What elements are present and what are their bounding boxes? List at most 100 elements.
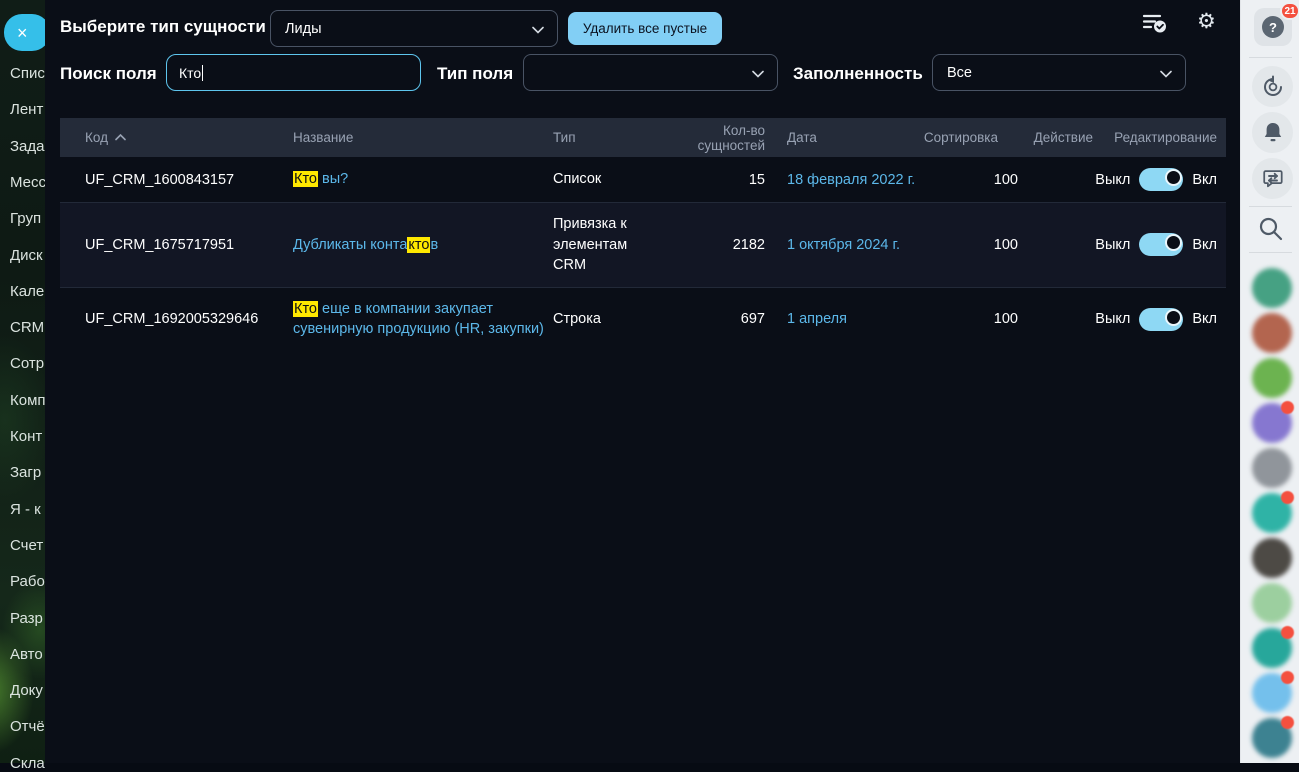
column-header-name[interactable]: Название — [285, 126, 545, 149]
fields-table: Код Название Тип Кол-во сущностей Дата С… — [60, 118, 1226, 351]
fields-admin-panel: Выберите тип сущности Лиды Удалить все п… — [45, 0, 1240, 763]
entity-type-value: Лиды — [285, 21, 322, 37]
avatar — [1252, 358, 1292, 398]
edit-toggle[interactable] — [1139, 233, 1183, 256]
avatar — [1252, 583, 1292, 623]
field-search-value: Кто — [179, 65, 201, 81]
field-search-label: Поиск поля — [60, 64, 157, 84]
field-code: UF_CRM_1692005329646 — [60, 300, 285, 338]
unread-badge — [1281, 491, 1294, 504]
entity-type-label: Выберите тип сущности — [60, 17, 266, 37]
entity-count: 2182 — [657, 226, 775, 264]
notification-badge: 21 — [1280, 2, 1299, 20]
divider — [1249, 206, 1292, 207]
column-header-code[interactable]: Код — [60, 126, 285, 149]
toggle-knob — [1165, 309, 1182, 326]
field-type: Строка — [553, 311, 601, 327]
divider — [1249, 252, 1292, 253]
close-button[interactable]: × — [4, 14, 50, 51]
toggle-on-label: Вкл — [1192, 237, 1217, 253]
field-type-label: Тип поля — [437, 64, 513, 84]
chat-avatar[interactable] — [1252, 358, 1292, 398]
field-date-link[interactable]: 18 февраля 2022 г. — [787, 172, 915, 188]
field-name-link[interactable]: Дубликаты контактов — [293, 237, 438, 253]
field-name-link[interactable]: Кто вы? — [293, 171, 348, 187]
field-date-link[interactable]: 1 октября 2024 г. — [787, 237, 900, 253]
chat-avatar[interactable] — [1252, 628, 1292, 668]
search-icon — [1257, 215, 1284, 242]
gear-icon[interactable]: ⚙ — [1197, 11, 1216, 32]
help-button[interactable]: ? 21 — [1254, 8, 1292, 46]
chat-avatar[interactable] — [1252, 268, 1292, 308]
chat-avatar[interactable] — [1252, 493, 1292, 533]
toggle-off-label: Выкл — [1095, 311, 1130, 327]
divider — [1249, 57, 1292, 58]
avatar — [1252, 448, 1292, 488]
delete-all-empty-button[interactable]: Удалить все пустые — [568, 12, 722, 45]
close-icon: × — [17, 24, 28, 42]
edit-toggle[interactable] — [1139, 308, 1183, 331]
chat-avatar[interactable] — [1252, 718, 1292, 758]
toggle-knob — [1165, 234, 1182, 251]
field-sort-value: 100 — [918, 226, 1025, 264]
column-header-type[interactable]: Тип — [545, 126, 657, 149]
chat-avatar[interactable] — [1252, 673, 1292, 713]
unread-badge — [1281, 401, 1294, 414]
text-caret — [202, 65, 203, 81]
field-name-link[interactable]: Кто еще в компании закупает сувенирную п… — [293, 301, 544, 338]
search-highlight: Кто — [293, 171, 318, 187]
right-toolbar: ? 21 — [1240, 0, 1299, 763]
search-highlight: кто — [407, 237, 430, 253]
toggle-off-label: Выкл — [1095, 237, 1130, 253]
field-type-select[interactable] — [523, 54, 778, 91]
global-search-button[interactable] — [1257, 215, 1284, 242]
field-type: Список — [553, 171, 601, 187]
messenger-button[interactable] — [1252, 158, 1293, 199]
field-sort-value: 100 — [918, 161, 1025, 199]
field-sort-value: 100 — [918, 300, 1025, 338]
search-highlight: Кто — [293, 301, 318, 317]
worktime-clock-icon — [1261, 75, 1285, 99]
field-action — [1025, 308, 1098, 330]
sort-asc-icon — [115, 134, 126, 141]
unread-badge — [1281, 671, 1294, 684]
chat-avatar[interactable] — [1252, 448, 1292, 488]
notifications-button[interactable] — [1252, 112, 1293, 153]
bell-icon — [1262, 121, 1284, 144]
field-code: UF_CRM_1600843157 — [60, 161, 285, 199]
column-header-action[interactable]: Действие — [1025, 126, 1098, 149]
entity-count: 15 — [657, 161, 775, 199]
chevron-down-icon — [532, 26, 544, 34]
field-code: UF_CRM_1675717951 — [60, 226, 285, 264]
avatar — [1252, 268, 1292, 308]
filter-list-check-icon[interactable] — [1142, 13, 1168, 39]
field-search-input[interactable]: Кто — [166, 54, 421, 91]
column-header-edit[interactable]: Редактирование — [1098, 126, 1226, 149]
fullness-select[interactable]: Все — [932, 54, 1186, 91]
field-action — [1025, 234, 1098, 256]
entity-count: 697 — [657, 300, 775, 338]
avatar — [1252, 538, 1292, 578]
field-date-link[interactable]: 1 апреля — [787, 311, 847, 327]
fullness-value: Все — [947, 65, 972, 81]
chat-avatar[interactable] — [1252, 538, 1292, 578]
field-type: Привязка к элементам CRM — [553, 216, 627, 273]
chat-avatar[interactable] — [1252, 313, 1292, 353]
toggle-off-label: Выкл — [1095, 172, 1130, 188]
toggle-on-label: Вкл — [1192, 172, 1217, 188]
edit-toggle[interactable] — [1139, 168, 1183, 191]
column-header-date[interactable]: Дата — [775, 126, 918, 149]
avatar — [1252, 313, 1292, 353]
toggle-knob — [1165, 169, 1182, 186]
left-sidebar: СписЛентЗадаМессГрупДискКалеCRMСотрКомпК… — [0, 0, 45, 763]
worktime-button[interactable] — [1252, 66, 1293, 107]
field-action — [1025, 169, 1098, 191]
column-header-sort[interactable]: Сортировка — [918, 126, 1025, 149]
chat-avatar[interactable] — [1252, 583, 1292, 623]
chat-avatar[interactable] — [1252, 403, 1292, 443]
entity-type-select[interactable]: Лиды — [270, 10, 558, 47]
table-header: Код Название Тип Кол-во сущностей Дата С… — [60, 118, 1226, 157]
chat-arrows-icon — [1261, 167, 1285, 191]
question-icon: ? — [1262, 16, 1284, 38]
column-header-count[interactable]: Кол-во сущностей — [657, 119, 775, 157]
